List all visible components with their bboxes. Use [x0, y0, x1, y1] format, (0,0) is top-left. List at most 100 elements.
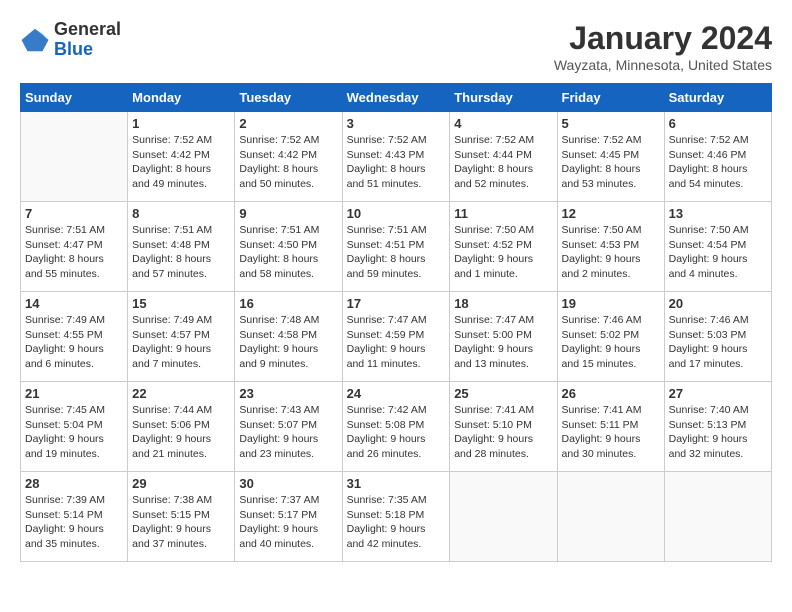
day-number: 3	[347, 116, 446, 131]
day-number: 25	[454, 386, 552, 401]
col-thursday: Thursday	[450, 84, 557, 112]
logo-text: General Blue	[54, 20, 121, 60]
day-number: 31	[347, 476, 446, 491]
day-info: Sunrise: 7:43 AMSunset: 5:07 PMDaylight:…	[239, 403, 337, 462]
day-info: Sunrise: 7:46 AMSunset: 5:03 PMDaylight:…	[669, 313, 767, 372]
day-info: Sunrise: 7:39 AMSunset: 5:14 PMDaylight:…	[25, 493, 123, 552]
day-number: 13	[669, 206, 767, 221]
day-info: Sunrise: 7:51 AMSunset: 4:47 PMDaylight:…	[25, 223, 123, 282]
calendar-week-row: 1 Sunrise: 7:52 AMSunset: 4:42 PMDaylight…	[21, 112, 772, 202]
day-number: 17	[347, 296, 446, 311]
calendar-day-cell: 12 Sunrise: 7:50 AMSunset: 4:53 PMDayligh…	[557, 202, 664, 292]
calendar-day-cell	[21, 112, 128, 202]
calendar-body: 1 Sunrise: 7:52 AMSunset: 4:42 PMDaylight…	[21, 112, 772, 562]
month-title: January 2024	[554, 20, 772, 57]
calendar-day-cell: 13 Sunrise: 7:50 AMSunset: 4:54 PMDayligh…	[664, 202, 771, 292]
calendar-week-row: 7 Sunrise: 7:51 AMSunset: 4:47 PMDaylight…	[21, 202, 772, 292]
calendar-day-cell: 27 Sunrise: 7:40 AMSunset: 5:13 PMDayligh…	[664, 382, 771, 472]
day-info: Sunrise: 7:50 AMSunset: 4:54 PMDaylight:…	[669, 223, 767, 282]
calendar-day-cell: 3 Sunrise: 7:52 AMSunset: 4:43 PMDaylight…	[342, 112, 450, 202]
day-info: Sunrise: 7:49 AMSunset: 4:57 PMDaylight:…	[132, 313, 230, 372]
day-info: Sunrise: 7:49 AMSunset: 4:55 PMDaylight:…	[25, 313, 123, 372]
calendar-day-cell: 15 Sunrise: 7:49 AMSunset: 4:57 PMDayligh…	[128, 292, 235, 382]
calendar-day-cell: 26Sunrise: 7:41 AMSunset: 5:11 PMDayligh…	[557, 382, 664, 472]
day-number: 21	[25, 386, 123, 401]
day-info: Sunrise: 7:50 AMSunset: 4:53 PMDaylight:…	[562, 223, 660, 282]
day-number: 15	[132, 296, 230, 311]
calendar-day-cell: 29 Sunrise: 7:38 AMSunset: 5:15 PMDayligh…	[128, 472, 235, 562]
col-tuesday: Tuesday	[235, 84, 342, 112]
day-number: 1	[132, 116, 230, 131]
calendar-day-cell	[664, 472, 771, 562]
logo-icon	[20, 25, 50, 55]
day-number: 28	[25, 476, 123, 491]
calendar-day-cell: 25Sunrise: 7:41 AMSunset: 5:10 PMDayligh…	[450, 382, 557, 472]
calendar-day-cell: 18Sunrise: 7:47 AMSunset: 5:00 PMDayligh…	[450, 292, 557, 382]
day-number: 22	[132, 386, 230, 401]
day-number: 7	[25, 206, 123, 221]
col-monday: Monday	[128, 84, 235, 112]
page-header: General Blue January 2024 Wayzata, Minne…	[20, 20, 772, 73]
day-info: Sunrise: 7:35 AMSunset: 5:18 PMDaylight:…	[347, 493, 446, 552]
day-number: 29	[132, 476, 230, 491]
day-number: 5	[562, 116, 660, 131]
day-info: Sunrise: 7:51 AMSunset: 4:50 PMDaylight:…	[239, 223, 337, 282]
calendar-day-cell: 7 Sunrise: 7:51 AMSunset: 4:47 PMDaylight…	[21, 202, 128, 292]
title-block: January 2024 Wayzata, Minnesota, United …	[554, 20, 772, 73]
calendar-day-cell	[557, 472, 664, 562]
day-number: 8	[132, 206, 230, 221]
calendar-day-cell: 20 Sunrise: 7:46 AMSunset: 5:03 PMDayligh…	[664, 292, 771, 382]
calendar-day-cell: 8 Sunrise: 7:51 AMSunset: 4:48 PMDaylight…	[128, 202, 235, 292]
day-info: Sunrise: 7:42 AMSunset: 5:08 PMDaylight:…	[347, 403, 446, 462]
day-info: Sunrise: 7:38 AMSunset: 5:15 PMDaylight:…	[132, 493, 230, 552]
day-number: 9	[239, 206, 337, 221]
col-friday: Friday	[557, 84, 664, 112]
day-number: 2	[239, 116, 337, 131]
day-info: Sunrise: 7:52 AMSunset: 4:46 PMDaylight:…	[669, 133, 767, 192]
day-info: Sunrise: 7:50 AMSunset: 4:52 PMDaylight:…	[454, 223, 552, 282]
calendar-day-cell: 9 Sunrise: 7:51 AMSunset: 4:50 PMDaylight…	[235, 202, 342, 292]
day-number: 27	[669, 386, 767, 401]
day-info: Sunrise: 7:47 AMSunset: 5:00 PMDaylight:…	[454, 313, 552, 372]
col-saturday: Saturday	[664, 84, 771, 112]
day-info: Sunrise: 7:52 AMSunset: 4:45 PMDaylight:…	[562, 133, 660, 192]
logo: General Blue	[20, 20, 121, 60]
day-info: Sunrise: 7:40 AMSunset: 5:13 PMDaylight:…	[669, 403, 767, 462]
day-info: Sunrise: 7:52 AMSunset: 4:43 PMDaylight:…	[347, 133, 446, 192]
calendar-day-cell: 28 Sunrise: 7:39 AMSunset: 5:14 PMDayligh…	[21, 472, 128, 562]
calendar-day-cell: 23 Sunrise: 7:43 AMSunset: 5:07 PMDayligh…	[235, 382, 342, 472]
calendar-day-cell: 4 Sunrise: 7:52 AMSunset: 4:44 PMDaylight…	[450, 112, 557, 202]
calendar-table: Sunday Monday Tuesday Wednesday Thursday…	[20, 83, 772, 562]
col-sunday: Sunday	[21, 84, 128, 112]
calendar-day-cell: 1 Sunrise: 7:52 AMSunset: 4:42 PMDaylight…	[128, 112, 235, 202]
calendar-day-cell: 11Sunrise: 7:50 AMSunset: 4:52 PMDayligh…	[450, 202, 557, 292]
day-info: Sunrise: 7:48 AMSunset: 4:58 PMDaylight:…	[239, 313, 337, 372]
calendar-day-cell: 5 Sunrise: 7:52 AMSunset: 4:45 PMDaylight…	[557, 112, 664, 202]
day-info: Sunrise: 7:37 AMSunset: 5:17 PMDaylight:…	[239, 493, 337, 552]
location: Wayzata, Minnesota, United States	[554, 57, 772, 73]
day-info: Sunrise: 7:51 AMSunset: 4:48 PMDaylight:…	[132, 223, 230, 282]
calendar-day-cell: 24 Sunrise: 7:42 AMSunset: 5:08 PMDayligh…	[342, 382, 450, 472]
calendar-day-cell: 10Sunrise: 7:51 AMSunset: 4:51 PMDayligh…	[342, 202, 450, 292]
day-number: 24	[347, 386, 446, 401]
day-number: 14	[25, 296, 123, 311]
calendar-day-cell	[450, 472, 557, 562]
calendar-day-cell: 6 Sunrise: 7:52 AMSunset: 4:46 PMDaylight…	[664, 112, 771, 202]
calendar-day-cell: 31 Sunrise: 7:35 AMSunset: 5:18 PMDayligh…	[342, 472, 450, 562]
day-info: Sunrise: 7:52 AMSunset: 4:42 PMDaylight:…	[132, 133, 230, 192]
day-number: 12	[562, 206, 660, 221]
day-number: 26	[562, 386, 660, 401]
calendar-day-cell: 17Sunrise: 7:47 AMSunset: 4:59 PMDayligh…	[342, 292, 450, 382]
day-number: 20	[669, 296, 767, 311]
day-number: 23	[239, 386, 337, 401]
calendar-week-row: 28 Sunrise: 7:39 AMSunset: 5:14 PMDayligh…	[21, 472, 772, 562]
day-info: Sunrise: 7:52 AMSunset: 4:44 PMDaylight:…	[454, 133, 552, 192]
calendar-header-row: Sunday Monday Tuesday Wednesday Thursday…	[21, 84, 772, 112]
col-wednesday: Wednesday	[342, 84, 450, 112]
day-number: 6	[669, 116, 767, 131]
calendar-week-row: 14 Sunrise: 7:49 AMSunset: 4:55 PMDayligh…	[21, 292, 772, 382]
day-number: 4	[454, 116, 552, 131]
day-number: 30	[239, 476, 337, 491]
day-info: Sunrise: 7:51 AMSunset: 4:51 PMDaylight:…	[347, 223, 446, 282]
calendar-day-cell: 2Sunrise: 7:52 AMSunset: 4:42 PMDaylight…	[235, 112, 342, 202]
